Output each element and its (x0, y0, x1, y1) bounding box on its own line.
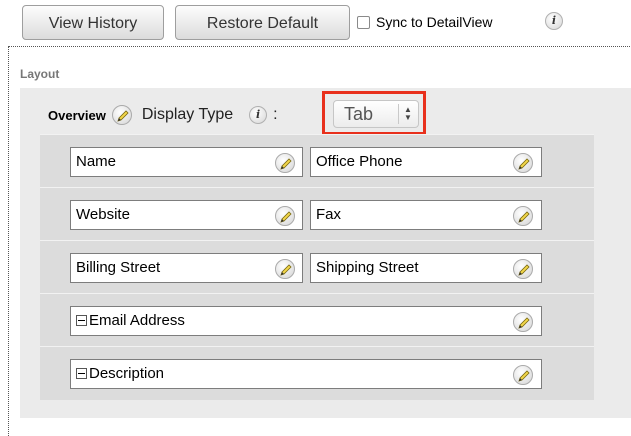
field-row: Website Fax (40, 187, 594, 240)
display-type-colon: : (273, 106, 278, 123)
sync-to-detailview-option[interactable]: Sync to DetailView (357, 14, 492, 30)
minus-icon[interactable] (76, 368, 87, 379)
field-website[interactable]: Website (70, 200, 303, 230)
fields-grid: Name Office Phone Website Fax Billing St… (40, 134, 594, 400)
edit-field-pencil-icon[interactable] (513, 153, 533, 173)
display-type-info-icon[interactable]: i (249, 106, 268, 124)
field-row: Name Office Phone (40, 134, 594, 187)
edit-panel-pencil-icon[interactable] (111, 105, 132, 125)
field-label: Name (76, 153, 117, 170)
edit-field-pencil-icon[interactable] (513, 259, 533, 279)
edit-field-pencil-icon[interactable] (513, 206, 533, 226)
field-label: Description (89, 365, 165, 382)
layout-section-label: Layout (20, 67, 60, 81)
field-shipping-street[interactable]: Shipping Street (310, 253, 542, 283)
field-label: Website (76, 206, 130, 223)
sync-checkbox[interactable] (357, 15, 370, 29)
field-description[interactable]: Description (70, 359, 542, 389)
edit-field-pencil-icon[interactable] (275, 206, 295, 226)
field-label: Email Address (89, 312, 185, 329)
panel-header: Overview Display Type i : (48, 97, 278, 133)
sync-label: Sync to DetailView (376, 14, 493, 30)
field-label: Office Phone (316, 153, 403, 170)
restore-default-button[interactable]: Restore Default (175, 5, 350, 40)
field-billing-street[interactable]: Billing Street (70, 253, 303, 283)
display-type-value: Tab (344, 104, 374, 124)
field-label-wrap: Email Address (76, 312, 185, 329)
field-label: Fax (316, 206, 342, 223)
field-name[interactable]: Name (70, 147, 303, 177)
info-icon[interactable]: i (545, 12, 563, 30)
edit-field-pencil-icon[interactable] (275, 259, 295, 279)
select-divider (398, 104, 399, 124)
field-label: Billing Street (76, 259, 161, 276)
minus-icon[interactable] (76, 315, 87, 326)
view-history-button[interactable]: View History (22, 5, 164, 40)
field-row: Description (40, 346, 594, 399)
field-label-wrap: Description (76, 365, 164, 382)
select-arrows-icon: ▲ ▼ (404, 105, 412, 122)
display-type-highlight: Tab ▲ ▼ (322, 91, 426, 135)
edit-field-pencil-icon[interactable] (275, 153, 295, 173)
field-row: Billing Street Shipping Street (40, 240, 594, 293)
field-office-phone[interactable]: Office Phone (310, 147, 542, 177)
field-email-address[interactable]: Email Address (70, 306, 542, 336)
field-label: Shipping Street (316, 259, 419, 276)
edit-field-pencil-icon[interactable] (513, 312, 533, 332)
edit-field-pencil-icon[interactable] (513, 365, 533, 385)
toolbar: View History Restore Default Sync to Det… (0, 0, 631, 46)
field-row: Email Address (40, 293, 594, 346)
field-fax[interactable]: Fax (310, 200, 542, 230)
display-type-select[interactable]: Tab ▲ ▼ (333, 100, 419, 128)
panel-title: Overview (48, 107, 106, 123)
display-type-label: Display Type (141, 106, 234, 123)
